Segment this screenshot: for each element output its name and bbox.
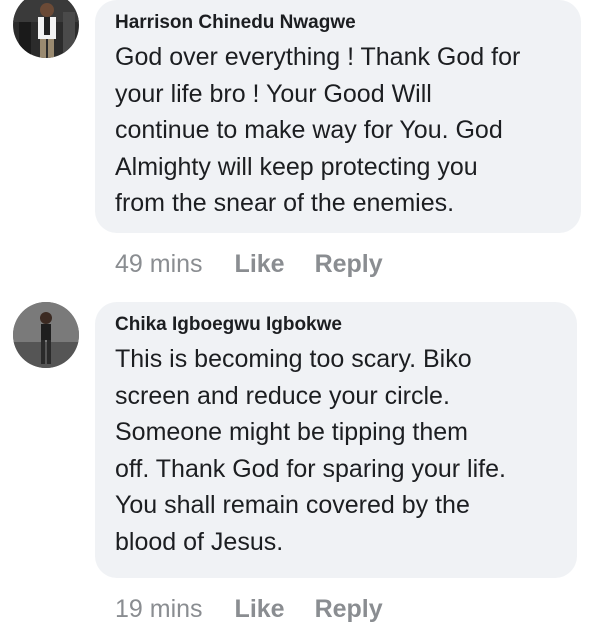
comment-text-line: God over everything ! Thank God for	[115, 43, 521, 71]
comment-timestamp[interactable]: 49 mins	[115, 249, 203, 279]
avatar[interactable]	[13, 302, 79, 368]
reply-button[interactable]: Reply	[315, 594, 383, 624]
comment-author-name[interactable]: Harrison Chinedu Nwagwe	[115, 12, 561, 34]
profile-photo-icon	[13, 302, 79, 368]
comment-item: Chika Igboegwu Igbokwe This is becoming …	[0, 302, 596, 640]
comment-author-name[interactable]: Chika Igboegwu Igbokwe	[115, 314, 557, 336]
comment-bubble: Chika Igboegwu Igbokwe This is becoming …	[95, 302, 577, 578]
comment-text-line: from the snear of the enemies.	[115, 189, 455, 217]
comment-actions: 49 mins Like Reply	[115, 249, 383, 279]
comment-text-line: Almighty will keep protecting you	[115, 152, 478, 181]
comment-text-line: off. Thank God for sparing your life.	[115, 454, 506, 483]
comment-text-line: You shall remain covered by the	[115, 491, 470, 519]
comment-text-line: screen and reduce your circle.	[115, 381, 450, 410]
comment-text-line: continue to make way for You. God	[115, 116, 503, 144]
like-button[interactable]: Like	[235, 594, 285, 624]
comment-text-line: This is becoming too scary. Biko	[115, 345, 472, 373]
comment-text: God over everything ! Thank God for your…	[115, 39, 561, 222]
comment-text-line: your life bro ! Your Good Will	[115, 79, 432, 108]
comment-timestamp[interactable]: 19 mins	[115, 594, 203, 624]
comment-text: This is becoming too scary. Biko screen …	[115, 341, 557, 560]
comment-bubble: Harrison Chinedu Nwagwe God over everyth…	[95, 0, 581, 233]
like-button[interactable]: Like	[235, 249, 285, 279]
comment-text-line: blood of Jesus.	[115, 527, 284, 556]
comment-text-line: Someone might be tipping them	[115, 418, 468, 446]
profile-photo-icon	[13, 0, 79, 58]
avatar[interactable]	[13, 0, 79, 58]
comment-item: Harrison Chinedu Nwagwe God over everyth…	[0, 0, 596, 290]
comment-actions: 19 mins Like Reply	[115, 594, 383, 624]
reply-button[interactable]: Reply	[315, 249, 383, 279]
